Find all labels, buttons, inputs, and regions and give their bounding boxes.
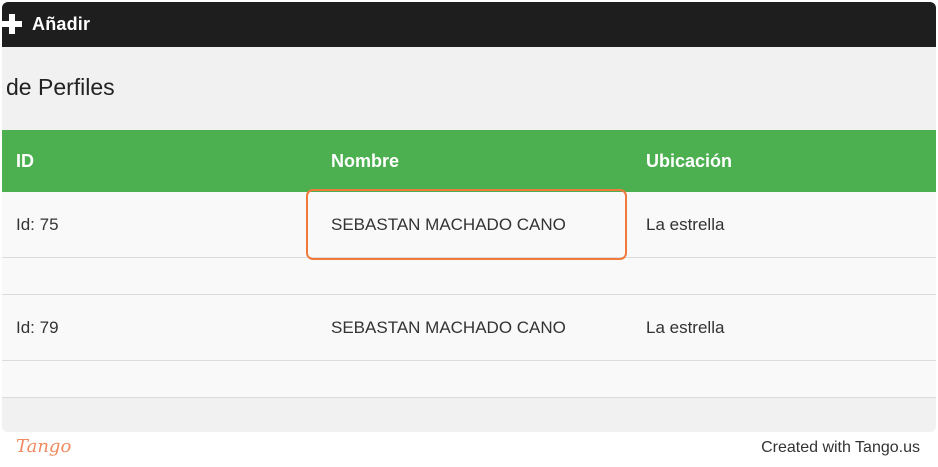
cell-id: Id: 79 bbox=[16, 317, 59, 337]
table-header-row: ID Nombre Ubicación bbox=[2, 130, 936, 192]
tango-footer: Tango Created with Tango.us bbox=[0, 432, 938, 467]
plus-icon bbox=[2, 14, 22, 34]
column-header-ubicacion: Ubicación bbox=[646, 150, 733, 171]
page-title: de Perfiles bbox=[6, 74, 115, 100]
profiles-table: ID Nombre Ubicación Id: 75 SEBASTAN MACH… bbox=[2, 130, 936, 398]
column-header-id: ID bbox=[16, 150, 34, 171]
cell-nombre[interactable]: SEBASTAN MACHADO CANO bbox=[331, 295, 566, 360]
cell-nombre[interactable]: SEBASTAN MACHADO CANO bbox=[331, 192, 566, 257]
table-row-empty bbox=[2, 361, 936, 398]
footer-credit: Created with Tango.us bbox=[761, 439, 920, 456]
table-row[interactable]: Id: 75 SEBASTAN MACHADO CANO La estrella bbox=[2, 192, 936, 258]
table-row[interactable]: Id: 79 SEBASTAN MACHADO CANO La estrella bbox=[2, 295, 936, 361]
top-toolbar: Añadir bbox=[2, 2, 936, 47]
add-button[interactable]: Añadir bbox=[2, 10, 90, 38]
screenshot-frame: Añadir de Perfiles ID Nombre Ubicación I… bbox=[0, 0, 938, 467]
add-button-label: Añadir bbox=[32, 13, 91, 34]
cell-ubicacion: La estrella bbox=[646, 317, 725, 337]
tango-logo: Tango bbox=[16, 436, 72, 457]
profiles-panel: Añadir de Perfiles ID Nombre Ubicación I… bbox=[2, 2, 936, 432]
cell-ubicacion: La estrella bbox=[646, 214, 725, 234]
cell-id: Id: 75 bbox=[16, 214, 59, 234]
table-row-empty bbox=[2, 258, 936, 295]
column-header-nombre: Nombre bbox=[331, 150, 400, 171]
